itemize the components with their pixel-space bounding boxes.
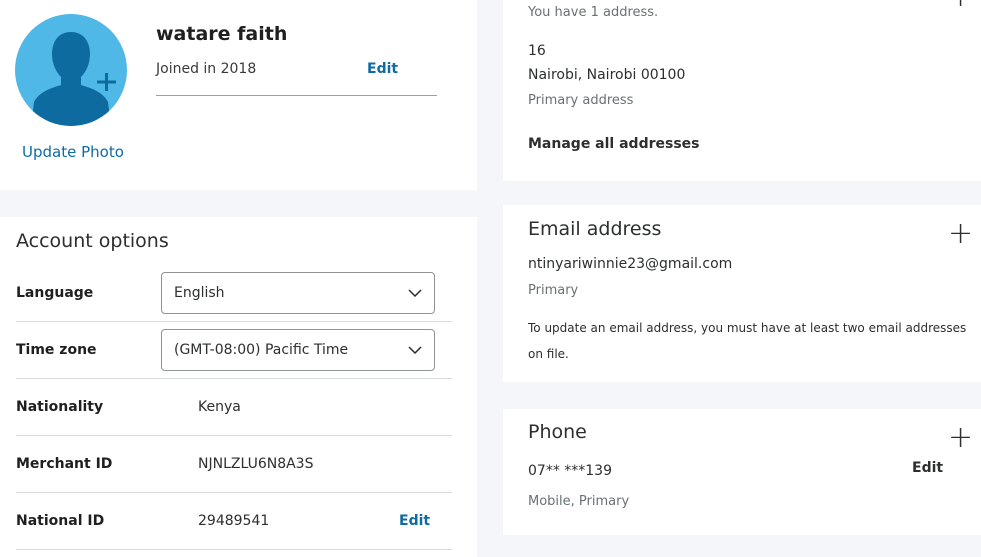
edit-national-id-link[interactable]: Edit <box>399 513 430 529</box>
nationality-value: Kenya <box>198 398 241 415</box>
address-line1: 16 <box>528 43 546 59</box>
timezone-label: Time zone <box>16 341 97 358</box>
account-options-card: Account options Language English Time zo… <box>0 217 477 557</box>
avatar[interactable] <box>15 14 127 126</box>
email-note: To update an email address, you must hav… <box>528 321 967 361</box>
manage-addresses-link[interactable]: Manage all addresses <box>528 136 700 152</box>
edit-profile-link[interactable]: Edit <box>367 61 398 77</box>
add-address-plus-icon[interactable]: + <box>948 0 973 12</box>
edit-phone-link[interactable]: Edit <box>912 460 943 476</box>
language-label: Language <box>16 284 94 301</box>
address-type: Primary address <box>528 93 634 108</box>
national-id-value: 29489541 <box>198 512 270 529</box>
email-address: ntinyariwinnie23@gmail.com <box>528 256 733 272</box>
update-photo-link[interactable]: Update Photo <box>22 143 124 161</box>
language-select[interactable]: English <box>161 271 435 314</box>
email-title: Email address <box>528 218 662 240</box>
chevron-down-icon <box>408 345 422 354</box>
email-card: Email address + ntinyariwinnie23@gmail.c… <box>503 205 981 382</box>
add-photo-plus-icon <box>97 73 116 91</box>
language-row: Language English <box>16 264 452 322</box>
phone-card: Phone + 07** ***139 Edit Mobile, Primary <box>503 409 981 535</box>
address-count: You have 1 address. <box>528 5 659 20</box>
merchant-id-label: Merchant ID <box>16 455 113 472</box>
nationality-row: Nationality Kenya <box>16 378 452 436</box>
national-id-row: National ID 29489541 Edit <box>16 492 452 550</box>
profile-card: Update Photo watare faith Joined in 2018… <box>0 0 477 190</box>
phone-title: Phone <box>528 421 587 443</box>
account-options-title: Account options <box>16 230 169 252</box>
phone-type: Mobile, Primary <box>528 494 630 509</box>
profile-name: watare faith <box>156 23 288 45</box>
timezone-select[interactable]: (GMT-08:00) Pacific Time <box>161 328 435 371</box>
national-id-label: National ID <box>16 512 105 529</box>
chevron-down-icon <box>408 288 422 297</box>
address-card: + You have 1 address. 16 Nairobi, Nairob… <box>503 0 981 181</box>
joined-date: Joined in 2018 <box>156 61 257 77</box>
timezone-select-value: (GMT-08:00) Pacific Time <box>174 341 349 358</box>
email-type: Primary <box>528 283 579 298</box>
add-phone-plus-icon[interactable]: + <box>948 423 973 453</box>
phone-number: 07** ***139 <box>528 463 612 479</box>
add-email-plus-icon[interactable]: + <box>948 219 973 249</box>
merchant-id-value: NJNLZLU6N8A3S <box>198 455 314 472</box>
address-line2: Nairobi, Nairobi 00100 <box>528 67 686 83</box>
merchant-id-row: Merchant ID NJNLZLU6N8A3S <box>16 435 452 493</box>
profile-divider <box>156 95 437 96</box>
timezone-row: Time zone (GMT-08:00) Pacific Time <box>16 321 452 379</box>
language-select-value: English <box>174 284 225 301</box>
nationality-label: Nationality <box>16 398 104 415</box>
